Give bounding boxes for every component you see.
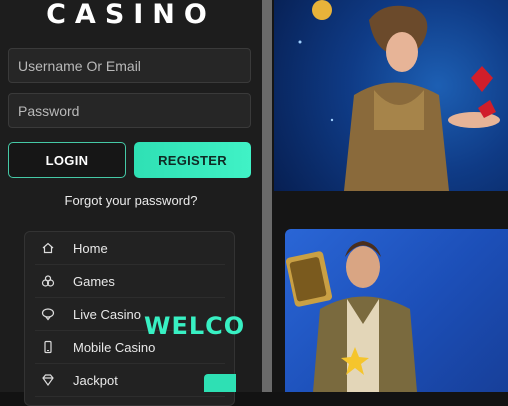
password-input[interactable] <box>8 93 251 128</box>
dice-icon <box>40 273 56 289</box>
menu-item-label: Home <box>73 240 108 256</box>
menu-item-label: Games <box>73 273 115 289</box>
menu-item-label: Live Casino <box>73 306 141 322</box>
menu-item-games[interactable]: Games <box>35 265 225 298</box>
login-button[interactable]: LOGIN <box>8 142 126 178</box>
menu-item-label: Mobile Casino <box>73 339 156 355</box>
menu-item-home[interactable]: Home <box>35 232 225 265</box>
scroll-divider <box>262 0 272 392</box>
mobile-icon <box>40 339 56 355</box>
forgot-password-link[interactable]: Forgot your password? <box>0 193 262 208</box>
menu-item-label: Jackpot <box>73 372 118 388</box>
site-logo[interactable]: CASINO <box>0 0 262 34</box>
chip-icon <box>40 306 56 322</box>
welcome-heading: WELCO <box>144 312 246 340</box>
diamond-icon <box>40 372 56 388</box>
username-input[interactable] <box>8 48 251 83</box>
explorer-woman-illustration <box>298 0 500 191</box>
promo-banner-top[interactable] <box>274 0 508 191</box>
menu-item-jackpot[interactable]: Jackpot <box>35 364 225 397</box>
register-button[interactable]: REGISTER <box>134 142 251 178</box>
welcome-cta-button[interactable] <box>204 374 236 392</box>
home-icon <box>40 240 56 256</box>
explorer-man-illustration <box>285 241 417 392</box>
promo-banner-welcome[interactable] <box>285 229 508 392</box>
